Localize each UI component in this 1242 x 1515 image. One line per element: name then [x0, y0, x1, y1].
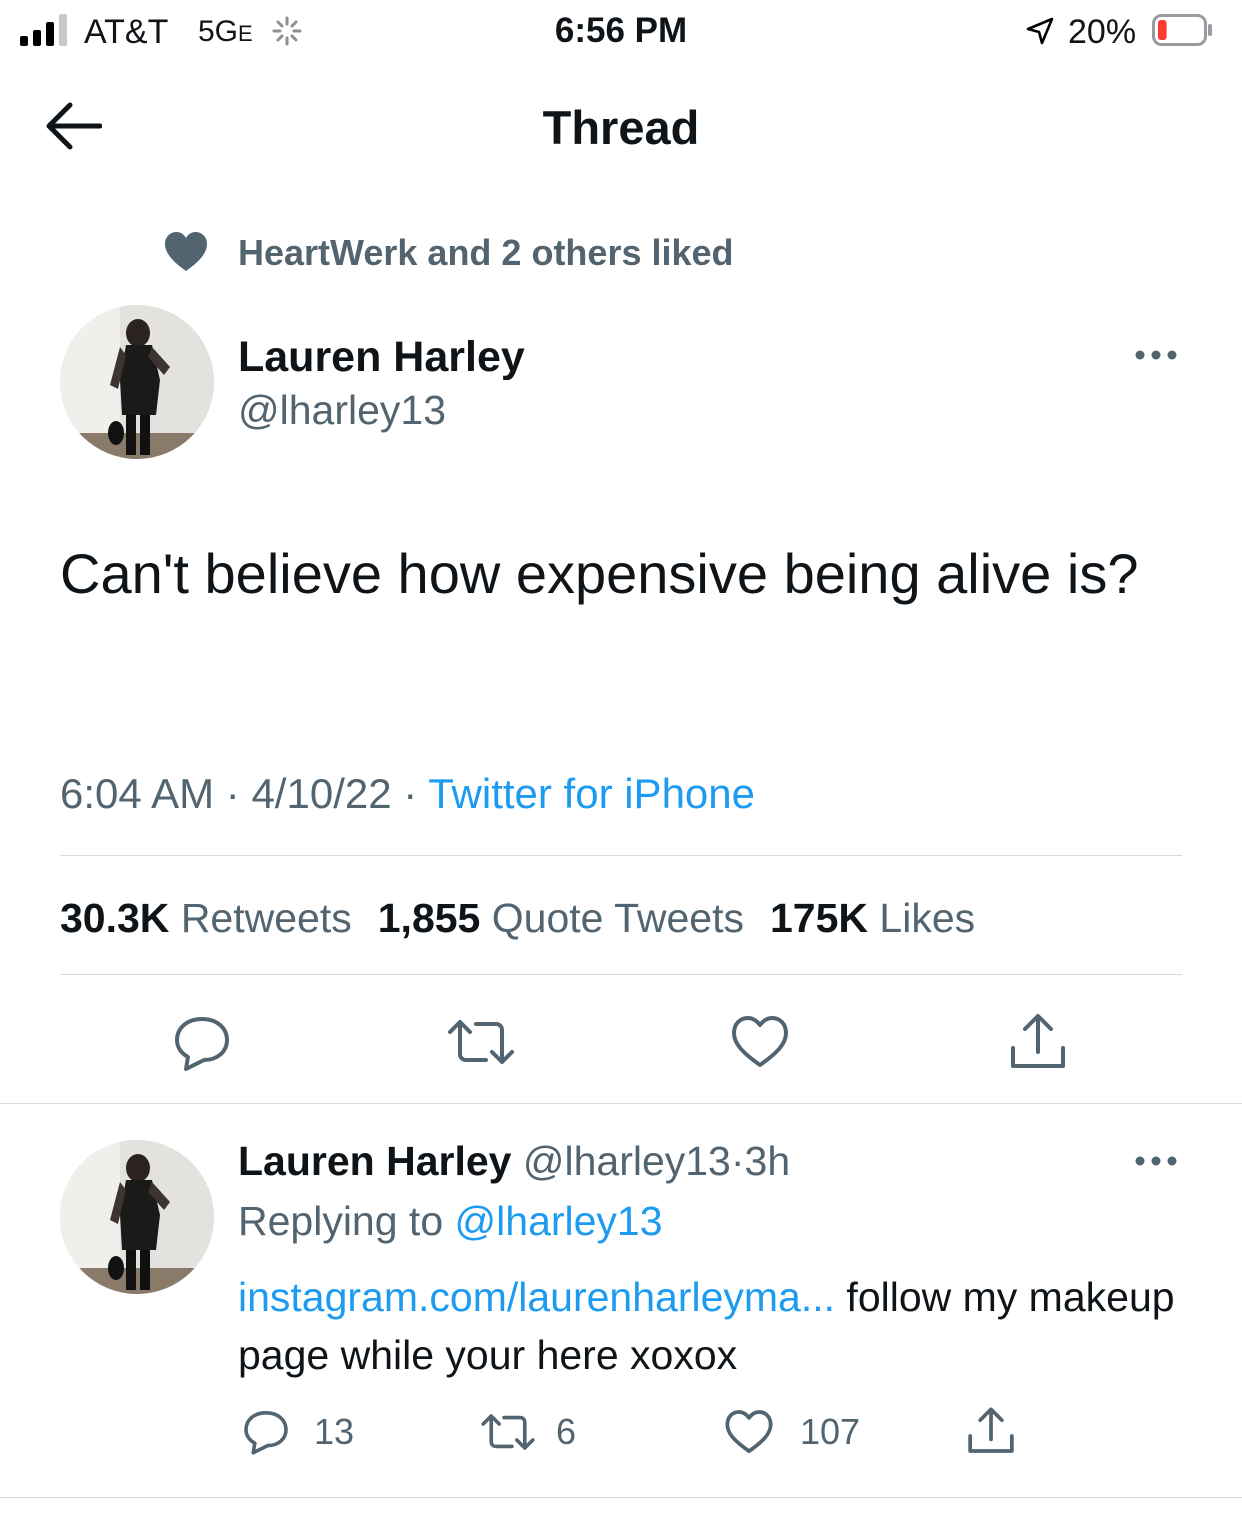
author-name[interactable]: Lauren Harley	[238, 330, 525, 384]
meta-separator: ·	[403, 770, 418, 817]
quote-tweets-stat[interactable]: 1,855 Quote Tweets	[378, 895, 744, 941]
battery-icon	[1152, 14, 1212, 46]
social-context-text[interactable]: HeartWerk and 2 others liked	[238, 230, 734, 276]
tweet-date: 4/10/22	[251, 770, 392, 817]
share-icon[interactable]	[1008, 1012, 1068, 1072]
reply-age: 3h	[744, 1138, 791, 1184]
tweet-meta: 6:04 AM · 4/10/22 · Twitter for iPhone	[60, 768, 755, 820]
status-bar: AT&T 5GE 6:56 PM 20%	[0, 0, 1242, 62]
instagram-link[interactable]: instagram.com/laurenharleyma...	[238, 1274, 835, 1320]
reply-icon[interactable]	[172, 1014, 232, 1072]
more-icon[interactable]	[1134, 1154, 1178, 1168]
reply-icon[interactable]	[242, 1408, 290, 1456]
like-count: 107	[800, 1411, 861, 1452]
reply-count: 13	[314, 1411, 355, 1452]
replying-handle-link[interactable]: @lharley13	[455, 1198, 663, 1244]
meta-separator: ·	[225, 770, 240, 817]
divider	[0, 1103, 1242, 1104]
share-icon[interactable]	[966, 1406, 1016, 1456]
avatar-photo	[60, 305, 214, 459]
replying-to: Replying to @lharley13	[238, 1194, 663, 1248]
tweet-stats: 30.3K Retweets 1,855 Quote Tweets 175K Lik…	[60, 892, 975, 944]
likes-stat[interactable]: 175K Likes	[770, 895, 975, 941]
replying-prefix: Replying to	[238, 1198, 444, 1244]
retweet-icon[interactable]	[480, 1412, 536, 1452]
retweet-icon[interactable]	[446, 1018, 516, 1066]
reply-author-handle[interactable]: @lharley13	[523, 1138, 731, 1184]
divider	[60, 974, 1182, 975]
divider	[0, 1497, 1242, 1498]
like-icon[interactable]	[730, 1014, 790, 1070]
more-icon[interactable]	[1134, 348, 1178, 362]
status-time: 6:56 PM	[554, 11, 688, 50]
battery-percent: 20%	[1068, 13, 1137, 51]
avatar[interactable]	[60, 305, 214, 459]
tweet-text: Can't believe how expensive being alive …	[60, 542, 1139, 605]
retweet-count: 6	[556, 1411, 577, 1452]
like-icon[interactable]	[724, 1408, 774, 1456]
heart-filled-icon	[165, 232, 207, 271]
divider	[60, 855, 1182, 856]
location-arrow-icon	[1026, 17, 1054, 45]
reply-avatar[interactable]	[60, 1140, 214, 1294]
author-handle[interactable]: @lharley13	[238, 384, 446, 436]
reply-author-name[interactable]: Lauren Harley	[238, 1138, 511, 1184]
avatar-photo	[60, 1140, 214, 1294]
tweet-source-link[interactable]: Twitter for iPhone	[428, 770, 755, 817]
meta-separator: ·	[730, 1138, 745, 1184]
reply-text: instagram.com/laurenharleyma... follow m…	[238, 1268, 1198, 1384]
reply-header: Lauren Harley @lharley13·3h	[238, 1134, 790, 1188]
retweets-stat[interactable]: 30.3K Retweets	[60, 895, 352, 941]
tweet-time: 6:04 AM	[60, 770, 215, 817]
page-title: Thread	[542, 101, 700, 154]
